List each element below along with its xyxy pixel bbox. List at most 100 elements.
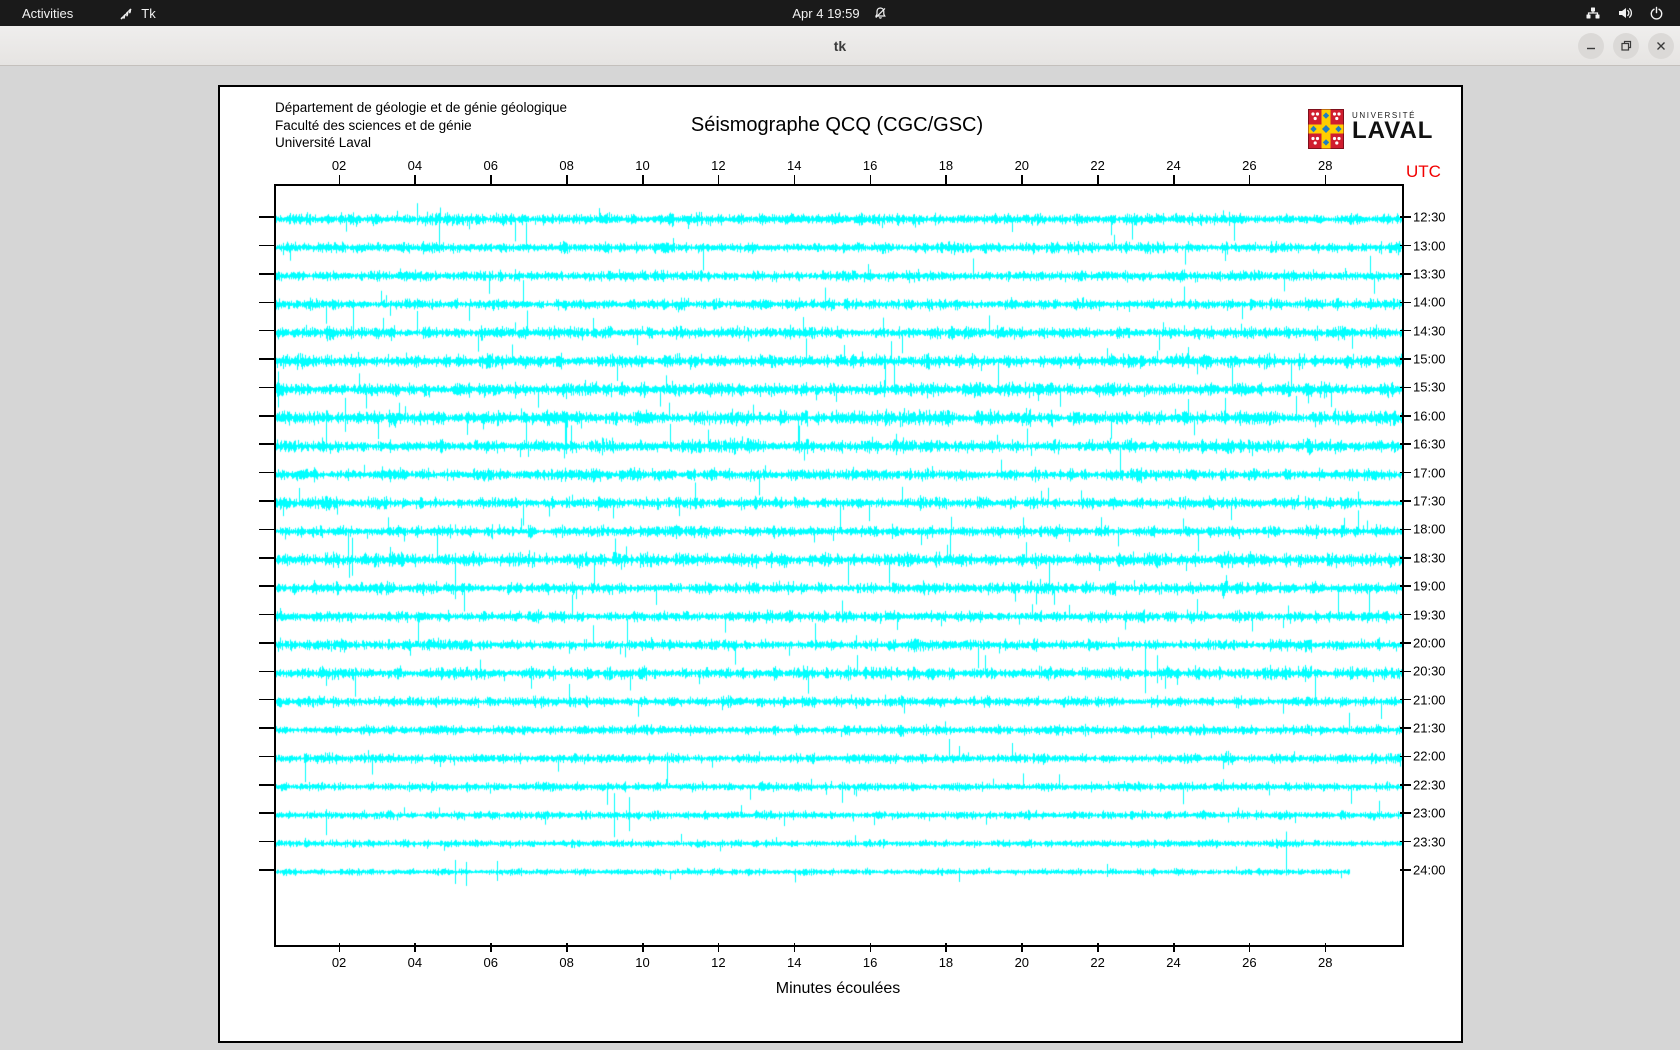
x-tick-label-top: 22 — [1090, 158, 1104, 173]
y-time-label: 23:30 — [1413, 834, 1446, 849]
y-tick-left — [259, 869, 274, 871]
window-titlebar[interactable]: tk — [0, 26, 1680, 66]
x-tick-top — [1325, 175, 1327, 184]
y-tick-right — [1400, 869, 1411, 871]
x-tick-label-bottom: 18 — [939, 955, 953, 970]
x-tick-label-top: 12 — [711, 158, 725, 173]
y-tick-right — [1400, 756, 1411, 758]
y-tick-right — [1400, 330, 1411, 332]
x-tick-label-bottom: 16 — [863, 955, 877, 970]
x-tick-top — [566, 175, 568, 184]
maximize-button[interactable] — [1613, 33, 1639, 59]
y-time-label: 24:00 — [1413, 862, 1446, 877]
y-time-label: 23:00 — [1413, 806, 1446, 821]
x-tick-label-bottom: 22 — [1090, 955, 1104, 970]
chart-title: Séismographe QCQ (CGC/GSC) — [691, 114, 983, 137]
y-time-label: 18:00 — [1413, 522, 1446, 537]
y-time-label: 22:30 — [1413, 777, 1446, 792]
x-tick-bottom — [1097, 943, 1099, 952]
app-menu[interactable]: Tk — [119, 6, 155, 21]
y-time-label: 20:30 — [1413, 664, 1446, 679]
y-tick-left — [259, 529, 274, 531]
x-tick-top — [1173, 175, 1175, 184]
system-status-area[interactable] — [1585, 5, 1680, 21]
y-tick-left — [259, 358, 274, 360]
clock-menu[interactable]: Apr 4 19:59 — [792, 0, 887, 26]
x-tick-bottom — [1173, 943, 1175, 952]
y-tick-right — [1400, 273, 1411, 275]
x-tick-label-bottom: 28 — [1318, 955, 1332, 970]
y-tick-left — [259, 415, 274, 417]
x-tick-top — [794, 175, 796, 184]
y-tick-left — [259, 784, 274, 786]
x-tick-bottom — [490, 943, 492, 952]
seismograph-window: Département de géologie et de génie géol… — [218, 85, 1463, 1043]
network-icon — [1585, 5, 1601, 21]
x-tick-label-top: 10 — [635, 158, 649, 173]
y-time-label: 15:00 — [1413, 352, 1446, 367]
y-tick-right — [1400, 500, 1411, 502]
x-tick-bottom — [1021, 943, 1023, 952]
y-tick-left — [259, 557, 274, 559]
y-tick-left — [259, 812, 274, 814]
y-tick-left — [259, 216, 274, 218]
y-time-label: 16:00 — [1413, 408, 1446, 423]
x-tick-top — [870, 175, 872, 184]
x-tick-label-bottom: 08 — [559, 955, 573, 970]
y-tick-left — [259, 443, 274, 445]
y-tick-right — [1400, 585, 1411, 587]
y-tick-right — [1400, 443, 1411, 445]
y-tick-right — [1400, 699, 1411, 701]
y-time-label: 21:30 — [1413, 721, 1446, 736]
y-tick-left — [259, 671, 274, 673]
y-time-label: 12:30 — [1413, 210, 1446, 225]
y-time-label: 15:30 — [1413, 380, 1446, 395]
y-time-label: 20:00 — [1413, 635, 1446, 650]
y-tick-right — [1400, 529, 1411, 531]
y-time-label: 13:00 — [1413, 238, 1446, 253]
tk-feather-icon — [119, 6, 134, 21]
y-tick-right — [1400, 614, 1411, 616]
y-tick-left — [259, 841, 274, 843]
y-time-label: 18:30 — [1413, 550, 1446, 565]
power-icon — [1649, 6, 1664, 21]
y-tick-left — [259, 585, 274, 587]
y-tick-left — [259, 273, 274, 275]
universite-laval-logo: UNIVERSITÉ LAVAL — [1308, 109, 1433, 154]
y-tick-right — [1400, 245, 1411, 247]
x-tick-bottom — [870, 943, 872, 952]
x-tick-label-bottom: 24 — [1166, 955, 1180, 970]
x-tick-top — [642, 175, 644, 184]
close-button[interactable] — [1648, 33, 1674, 59]
y-tick-right — [1400, 472, 1411, 474]
y-tick-left — [259, 302, 274, 304]
x-tick-label-top: 02 — [332, 158, 346, 173]
y-time-label: 14:30 — [1413, 323, 1446, 338]
x-tick-top — [945, 175, 947, 184]
minimize-button[interactable] — [1578, 33, 1604, 59]
x-tick-bottom — [945, 943, 947, 952]
y-tick-right — [1400, 642, 1411, 644]
laval-wordmark: UNIVERSITÉ LAVAL — [1352, 109, 1433, 142]
x-tick-label-bottom: 26 — [1242, 955, 1256, 970]
x-tick-top — [339, 175, 341, 184]
x-tick-label-bottom: 14 — [787, 955, 801, 970]
y-tick-left — [259, 472, 274, 474]
close-icon — [1655, 40, 1667, 52]
y-tick-left — [259, 245, 274, 247]
laval-shield-icon — [1308, 109, 1344, 154]
y-tick-right — [1400, 784, 1411, 786]
x-tick-top — [1249, 175, 1251, 184]
x-tick-top — [718, 175, 720, 184]
x-tick-bottom — [339, 943, 341, 952]
app-menu-label: Tk — [141, 6, 155, 21]
x-tick-bottom — [1325, 943, 1327, 952]
x-tick-label-top: 20 — [1015, 158, 1029, 173]
y-time-label: 14:00 — [1413, 295, 1446, 310]
window-controls — [1578, 26, 1674, 66]
y-tick-right — [1400, 216, 1411, 218]
y-tick-right — [1400, 671, 1411, 673]
x-tick-label-bottom: 10 — [635, 955, 649, 970]
activities-button[interactable]: Activities — [16, 4, 79, 23]
plot-area — [274, 184, 1404, 947]
